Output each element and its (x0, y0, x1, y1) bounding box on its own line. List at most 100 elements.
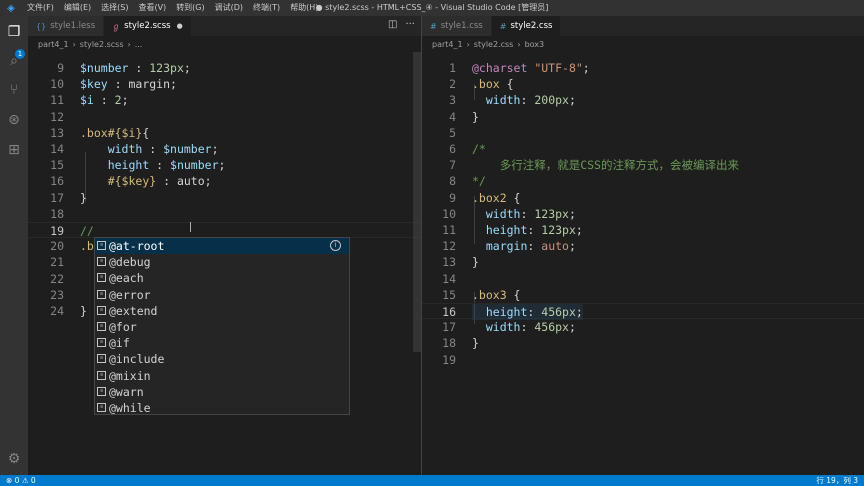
line-number: 9 (449, 190, 456, 205)
suggestion-item[interactable]: ≡ @extend (95, 303, 349, 319)
tab-style2-scss[interactable]: ℊ style2.scss ● (104, 16, 192, 36)
suggestion-item[interactable]: ≡ @error (95, 287, 349, 303)
line-number: 8 (449, 174, 456, 189)
code-line[interactable]: 6 /* (422, 141, 864, 157)
menu-item[interactable]: 编辑(E) (59, 0, 96, 16)
code-token: // (80, 224, 94, 238)
right-editor-group: # style1.css # style2.css part4_1 › styl… (421, 16, 864, 475)
breadcrumb-file[interactable]: style2.scss (80, 40, 124, 49)
code-line[interactable]: 12 margin: auto; (422, 238, 864, 254)
suggestion-item[interactable]: ≡ @debug (95, 254, 349, 270)
suggestion-item[interactable]: ≡ @warn (95, 384, 349, 400)
code-text: $key : margin; (80, 76, 177, 92)
css-file-icon: # (430, 21, 437, 31)
code-line[interactable]: 10 $key : margin; (28, 76, 421, 92)
menu-item[interactable]: 转到(G) (171, 0, 209, 16)
code-line[interactable]: 14 (422, 271, 864, 287)
breadcrumb-file[interactable]: style2.css (474, 40, 514, 49)
code-line[interactable]: 10 width: 123px; (422, 206, 864, 222)
tab-style2-css[interactable]: # style2.css (491, 16, 562, 36)
code-line[interactable]: 2 .box { (422, 76, 864, 92)
info-icon[interactable]: i (330, 240, 341, 251)
code-line[interactable]: 16 height: 456px; (422, 303, 864, 320)
search-icon[interactable]: ⌕ (6, 53, 22, 69)
code-line[interactable]: 3 width: 200px; (422, 92, 864, 108)
code-token: { (499, 77, 514, 92)
code-line[interactable]: 11 height: 123px; (422, 222, 864, 238)
code-line[interactable]: 1 @charset "UTF-8"; (422, 60, 864, 76)
explorer-icon[interactable]: ❐ (6, 24, 22, 40)
tab-style1-css[interactable]: # style1.css (422, 16, 492, 36)
vertical-scrollbar[interactable] (413, 52, 421, 352)
code-line[interactable]: 9 .box2 { (422, 190, 864, 206)
tab-label: style2.css (510, 21, 553, 31)
breadcrumb-symbol[interactable]: ... (135, 40, 143, 49)
code-line[interactable]: 11 $i : 2; (28, 92, 421, 108)
code-token: 123px (149, 61, 184, 75)
code-token: 123px (534, 206, 569, 221)
suggestion-item[interactable]: ≡ @each (95, 270, 349, 286)
suggestion-item[interactable]: ≡ @at-root i (95, 238, 349, 255)
code-text: } (472, 109, 479, 125)
breadcrumb: part4_1 › style2.css › box3 (422, 36, 864, 52)
suggestion-item[interactable]: ≡ @mixin (95, 368, 349, 384)
cursor-position[interactable]: 行 19，列 3 (816, 475, 858, 486)
more-actions-icon[interactable]: ··· (405, 19, 415, 30)
code-token: width (485, 320, 521, 335)
code-line[interactable]: 17 width: 456px; (422, 319, 864, 335)
code-line[interactable]: 13} (422, 254, 864, 270)
code-line[interactable]: 16 #{$key} : auto; (28, 173, 421, 189)
debug-icon[interactable]: ⊛ (6, 112, 22, 128)
code-line[interactable]: 15 height : $number; (28, 157, 421, 173)
unsaved-dot-icon[interactable]: ● (177, 22, 183, 30)
menu-item[interactable]: 帮助(H) (285, 0, 323, 16)
suggestion-label: @warn (109, 384, 144, 399)
code-line[interactable]: 18 (28, 206, 421, 222)
problems-indicator[interactable]: ⊗ 0 ⚠ 0 (6, 475, 36, 486)
code-line[interactable]: 9 $number : 123px; (28, 60, 421, 76)
code-line[interactable]: 19 // (28, 222, 421, 238)
menu-item[interactable]: 查看(V) (133, 0, 171, 16)
code-token: 2 (114, 93, 122, 108)
code-line[interactable]: 7 多行注释，就是CSS的注释方式，会被编译出来 (422, 157, 864, 173)
breadcrumb-folder[interactable]: part4_1 (38, 40, 69, 49)
line-number: 19 (50, 224, 64, 238)
extensions-icon[interactable]: ⊞ (6, 142, 22, 158)
code-line[interactable]: 4} (422, 109, 864, 125)
code-line[interactable]: 8 */ (422, 173, 864, 189)
line-number: 7 (449, 158, 456, 173)
menu-bar: 文件(F) 编辑(E) 选择(S) 查看(V) 转到(G) 调试(D) 终端(T) 帮助(H) (22, 0, 323, 16)
suggestion-item[interactable]: ≡ @for (95, 319, 349, 335)
suggestion-item[interactable]: ≡ @include (95, 351, 349, 367)
tab-label: style2.scss (124, 21, 171, 31)
code-line[interactable]: 14 width : $number; (28, 141, 421, 157)
split-editor-icon[interactable]: ◫ (388, 19, 397, 30)
code-token: .box3 (472, 287, 507, 302)
menu-item[interactable]: 文件(F) (22, 0, 59, 16)
settings-gear-icon[interactable]: ⚙ (6, 451, 22, 467)
code-token: ; (582, 61, 590, 75)
code-line[interactable]: 19 (422, 352, 864, 368)
breadcrumb-symbol[interactable]: box3 (525, 40, 545, 49)
breadcrumb-folder[interactable]: part4_1 (432, 40, 463, 49)
code-line[interactable]: 15 .box3 { (422, 287, 864, 303)
keyword-icon: ≡ (97, 338, 106, 348)
code-text: $number : 123px; (80, 60, 191, 76)
code-editor-css[interactable]: 1 @charset "UTF-8"; 2 .box {3 width: 200px;… (422, 52, 864, 475)
code-line[interactable]: 13 .box#{$i}{ (28, 125, 421, 141)
breadcrumb: part4_1 › style2.scss › ... (28, 36, 421, 52)
menu-item[interactable]: 选择(S) (96, 0, 133, 16)
source-control-icon[interactable]: ⑂ (6, 82, 22, 98)
menu-item[interactable]: 调试(D) (210, 0, 248, 16)
code-line[interactable]: 18} (422, 335, 864, 351)
code-line[interactable]: 5 (422, 125, 864, 141)
tab-style1-less[interactable]: {} style1.less (28, 16, 105, 36)
suggestion-item[interactable]: ≡ @while (95, 400, 349, 416)
menu-item[interactable]: 终端(T) (248, 0, 285, 16)
code-line[interactable]: 12 (28, 109, 421, 125)
code-line[interactable]: 17} (28, 190, 421, 206)
code-text: height: 456px; (472, 304, 583, 320)
code-token: margin (128, 77, 171, 92)
suggestion-item[interactable]: ≡ @if (95, 335, 349, 351)
